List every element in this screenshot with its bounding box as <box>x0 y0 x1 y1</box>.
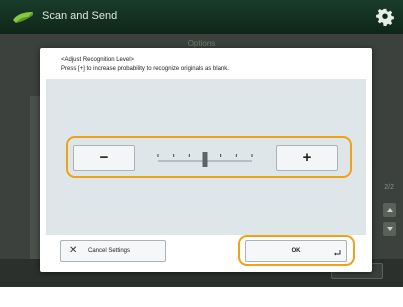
recognition-level-slider[interactable] <box>152 149 258 169</box>
scroll-down-button[interactable] <box>383 222 396 236</box>
ok-label: OK <box>291 248 301 254</box>
decrease-button[interactable]: − <box>73 145 135 171</box>
app-title: Scan and Send <box>42 10 118 22</box>
gear-icon[interactable] <box>376 8 394 26</box>
close-x-icon: ✕ <box>69 245 78 256</box>
enter-return-icon <box>334 250 341 256</box>
triangle-up-icon <box>387 208 393 212</box>
cancel-settings-button[interactable]: ✕ Cancel Settings <box>60 240 166 262</box>
page-indicator: 2/2 <box>384 184 394 191</box>
scan-send-arrow-icon <box>13 12 33 23</box>
scroll-up-button[interactable] <box>383 203 396 217</box>
cancel-settings-label: Cancel Settings <box>88 248 131 254</box>
ok-button[interactable]: OK <box>245 240 347 262</box>
increase-button[interactable]: + <box>276 145 338 171</box>
dialog-description: Press [+] to increase probability to rec… <box>61 66 229 72</box>
adjust-recognition-dialog: <Adjust Recognition Level> Press [+] to … <box>40 48 372 272</box>
dialog-title: <Adjust Recognition Level> <box>61 57 135 63</box>
background-title: Options <box>187 39 216 48</box>
triangle-down-icon <box>387 227 393 231</box>
app-header: Scan and Send <box>0 0 403 34</box>
slider-thumb[interactable] <box>202 152 208 167</box>
